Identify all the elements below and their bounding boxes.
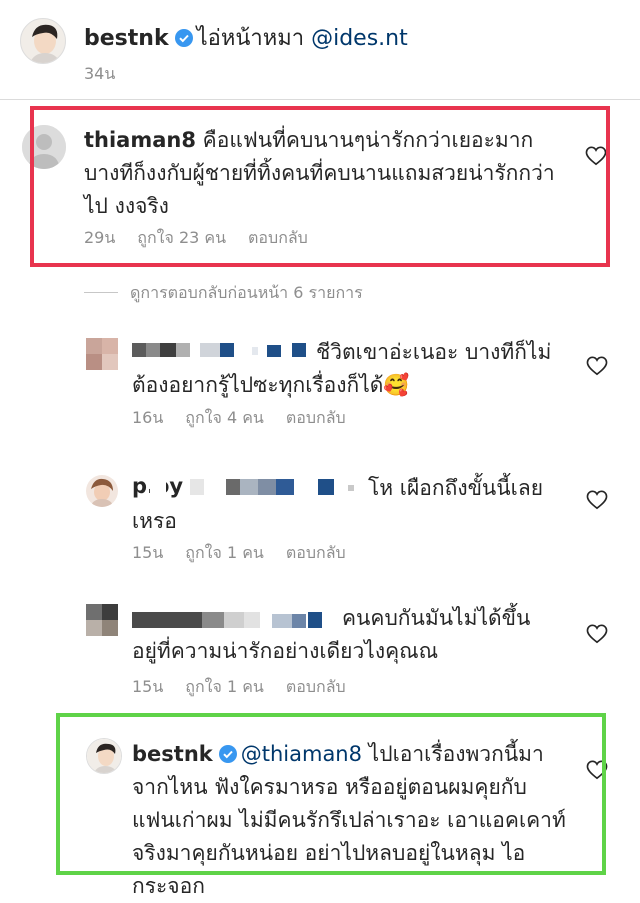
post-time: 34น [84, 64, 116, 83]
post-author-avatar[interactable] [20, 18, 66, 64]
reply-text-line: โห เผือกถึงขั้นนี้เลย [368, 476, 543, 500]
reply-button[interactable]: ตอบกลับ [286, 543, 346, 562]
reply-text-line: ต้องอยากรู้ไปซะทุกเรื่องก็ได้🥰 [132, 373, 410, 397]
reply-time: 16น [132, 408, 164, 427]
reply-meta: 16น ถูกใจ 4 คน ตอบกลับ [132, 406, 368, 431]
reply-text-line: เหรอ [132, 509, 177, 533]
reply-likes[interactable]: ถูกใจ 1 คน [185, 677, 264, 696]
post-author-username[interactable]: bestnk [84, 26, 169, 51]
reply-likes[interactable]: ถูกใจ 4 คน [185, 408, 264, 427]
reply-body: ชีวิตเขาอ่ะเนอะ บางทีก็ไม่ ต้องอยากรู้ไป… [132, 336, 572, 402]
reply-avatar[interactable] [86, 475, 118, 507]
reply-time: 15น [132, 677, 164, 696]
heart-icon[interactable] [586, 356, 608, 376]
heart-icon[interactable] [586, 624, 608, 644]
reply-text-line: ชีวิตเขาอ่ะเนอะ บางทีก็ไม่ [316, 340, 552, 364]
post-caption: bestnk ไอ่หน้าหมา @ides.nt [84, 20, 408, 55]
reply-text-line: อยู่ที่ความน่ารักอย่างเดียวไงคุณณ [132, 639, 439, 663]
reply-meta: 15น ถูกใจ 1 คน ตอบกลับ [132, 541, 368, 566]
reply-button[interactable]: ตอบกลับ [286, 408, 346, 427]
view-replies-line [84, 292, 118, 293]
heart-icon[interactable] [586, 490, 608, 510]
reply-body: โห เผือกถึงขั้นนี้เลย เหรอ [132, 472, 572, 538]
caption-mention[interactable]: @ides.nt [311, 26, 408, 51]
reply-body: คนคบกันมันไม่ได้ขึ้น อยู่ที่ความน่ารักอย… [132, 602, 572, 668]
highlight-box-red [30, 106, 610, 267]
view-previous-replies[interactable]: ดูการตอบกลับก่อนหน้า 6 รายการ [130, 281, 363, 306]
highlight-box-green [56, 713, 606, 875]
reply-text-line: คนคบกันมันไม่ได้ขึ้น [342, 606, 531, 630]
reply-meta: 15น ถูกใจ 1 คน ตอบกลับ [132, 675, 368, 700]
divider [0, 99, 640, 100]
verified-badge-icon [174, 28, 193, 47]
caption-text: ไอ่หน้าหมา [196, 26, 305, 51]
reply-likes[interactable]: ถูกใจ 1 คน [185, 543, 264, 562]
reply-avatar[interactable] [86, 604, 118, 636]
reply-button[interactable]: ตอบกลับ [286, 677, 346, 696]
reply-avatar[interactable] [86, 338, 118, 370]
reply-time: 15น [132, 543, 164, 562]
